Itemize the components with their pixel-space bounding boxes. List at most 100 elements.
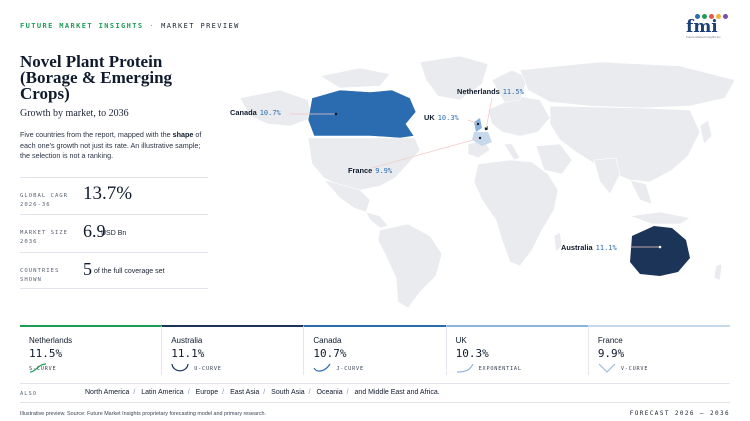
map-label-name: Netherlands xyxy=(457,87,500,96)
stat-label-line: COUNTRIES xyxy=(20,268,60,274)
stat-unit: of the full coverage set xyxy=(94,268,165,275)
country-growth: 11.1% xyxy=(171,347,205,360)
usa-shape xyxy=(307,137,421,191)
europe-shape xyxy=(487,95,551,137)
logo-tagline: Future Market Insights Inc. xyxy=(686,35,722,39)
map-label-name: Canada xyxy=(230,108,257,117)
also-regions: ALSO North America / Latin America / Europ… xyxy=(20,383,730,403)
region-link[interactable]: South Asia xyxy=(271,389,304,396)
page-subtitle: Growth by market, to 2036 xyxy=(20,108,129,119)
country-name: Canada xyxy=(313,336,342,345)
map-label-value: 11.1% xyxy=(595,244,617,252)
map-label-value: 10.7% xyxy=(259,109,281,117)
source-note: Illustrative preview. Source: Future Mar… xyxy=(20,411,266,417)
marker-france xyxy=(478,136,482,140)
growth-shape: EXPONENTIAL xyxy=(478,366,522,372)
region-separator: / xyxy=(308,389,311,396)
region-link[interactable]: and Middle East and Africa. xyxy=(355,389,440,396)
forecast-period: FORECAST 2026 – 2036 xyxy=(629,410,730,417)
region-link[interactable]: Latin America xyxy=(141,389,183,396)
world-map: Netherlands 11.5% Canada 10.7% UK 10.3% Fra… xyxy=(220,40,750,310)
map-label-canada: Canada 10.7% xyxy=(230,108,281,117)
also-label: ALSO xyxy=(20,391,37,397)
map-label-name: Australia xyxy=(561,243,593,252)
map-label-australia: Australia 11.1% xyxy=(561,243,617,252)
central-america-shape xyxy=(365,211,389,229)
russia-shape xyxy=(519,61,736,109)
region-separator: / xyxy=(346,389,349,396)
stat-countries-shown: COUNTRIES SHOWN 5 of the full coverage se… xyxy=(20,252,208,289)
marker-australia xyxy=(658,245,662,249)
map-label-name: UK xyxy=(424,113,435,122)
country-strip: Netherlands 11.5% S-CURVE Australia 11.1… xyxy=(20,325,731,375)
stat-value: 5 xyxy=(83,259,92,279)
region-list: North America / Latin America / Europe / Ea… xyxy=(85,389,440,396)
logo-wordmark: fmi xyxy=(686,17,718,37)
map-label-france: France 9.9% xyxy=(348,166,392,175)
stat-label: COUNTRIES SHOWN xyxy=(20,267,59,285)
description-start: Five countries from the report, mapped w… xyxy=(20,130,173,139)
country-card-canada[interactable]: Canada 10.7% J-CURVE xyxy=(303,325,446,375)
stat-label-line: 2026-36 xyxy=(20,202,51,208)
country-name: Netherlands xyxy=(29,336,73,345)
map-label-uk: UK 10.3% xyxy=(424,113,459,122)
country-growth: 10.7% xyxy=(313,347,347,360)
region-link[interactable]: Europe xyxy=(196,389,219,396)
japan-shape xyxy=(699,119,713,145)
stat-unit: USD Bn xyxy=(101,230,127,237)
canadian-islands-shape xyxy=(319,67,391,89)
description-emphasis: shape xyxy=(172,130,194,139)
region-link[interactable]: North America xyxy=(85,389,129,396)
country-growth: 10.3% xyxy=(455,347,489,360)
stat-label-line: MARKET SIZE xyxy=(20,230,69,236)
region-separator: / xyxy=(263,389,266,396)
region-separator: / xyxy=(222,389,225,396)
page-title: Novel Plant Protein (Borage & Emerging C… xyxy=(20,52,173,103)
country-growth: 9.9% xyxy=(597,347,625,360)
v-curve-icon xyxy=(598,363,616,373)
indonesia-shape xyxy=(629,211,691,225)
j-curve-icon xyxy=(313,363,331,372)
growth-shape: U-CURVE xyxy=(194,366,222,372)
exponential-icon xyxy=(456,363,474,373)
country-card-uk[interactable]: UK 10.3% EXPONENTIAL xyxy=(445,325,588,375)
marker-uk xyxy=(476,122,480,126)
map-label-value: 10.3% xyxy=(437,114,459,122)
asia-shape xyxy=(549,105,701,183)
stat-label: MARKET SIZE 2036 xyxy=(20,229,68,247)
stat-label-line: GLOBAL CAGR xyxy=(20,193,69,199)
country-card-netherlands[interactable]: Netherlands 11.5% S-CURVE xyxy=(20,325,162,375)
world-map-graphic xyxy=(239,55,736,309)
italy-shape xyxy=(503,143,521,161)
country-growth: 11.5% xyxy=(29,347,63,360)
south-america-shape xyxy=(377,223,443,309)
logo-dot xyxy=(723,14,728,19)
eyebrow: FUTURE MARKET INSIGHTS · MARKET PREVIEW xyxy=(20,22,240,30)
u-curve-icon xyxy=(171,363,189,372)
stat-label: GLOBAL CAGR 2026-36 xyxy=(20,192,68,210)
country-card-australia[interactable]: Australia 11.1% U-CURVE xyxy=(161,325,304,375)
africa-shape xyxy=(473,159,559,267)
stat-global-cagr: GLOBAL CAGR 2026-36 13.7% xyxy=(20,177,208,214)
brand-name: FUTURE MARKET INSIGHTS xyxy=(20,22,144,30)
region-separator: / xyxy=(187,389,190,396)
map-label-value: 11.5% xyxy=(502,88,524,96)
australia-shape xyxy=(630,226,690,276)
region-separator: / xyxy=(133,389,136,396)
country-name: Australia xyxy=(171,336,203,345)
section-name: MARKET PREVIEW xyxy=(161,22,240,30)
stat-value: 13.7% xyxy=(83,183,133,204)
marker-canada xyxy=(334,112,338,116)
growth-shape: S-CURVE xyxy=(29,366,57,372)
stat-label-line: SHOWN xyxy=(20,277,42,283)
region-link[interactable]: Oceania xyxy=(317,389,343,396)
country-name: France xyxy=(597,336,623,345)
stat-market-size: MARKET SIZE 2036 6.9 USD Bn xyxy=(20,214,208,251)
stat-label-line: 2036 xyxy=(20,239,38,245)
region-link[interactable]: East Asia xyxy=(230,389,259,396)
map-label-netherlands: Netherlands 11.5% xyxy=(457,87,524,96)
eyebrow-separator: · xyxy=(149,22,156,30)
country-card-france[interactable]: France 9.9% V-CURVE xyxy=(587,325,731,375)
map-label-value: 9.9% xyxy=(375,167,393,175)
new-zealand-shape xyxy=(713,263,723,281)
